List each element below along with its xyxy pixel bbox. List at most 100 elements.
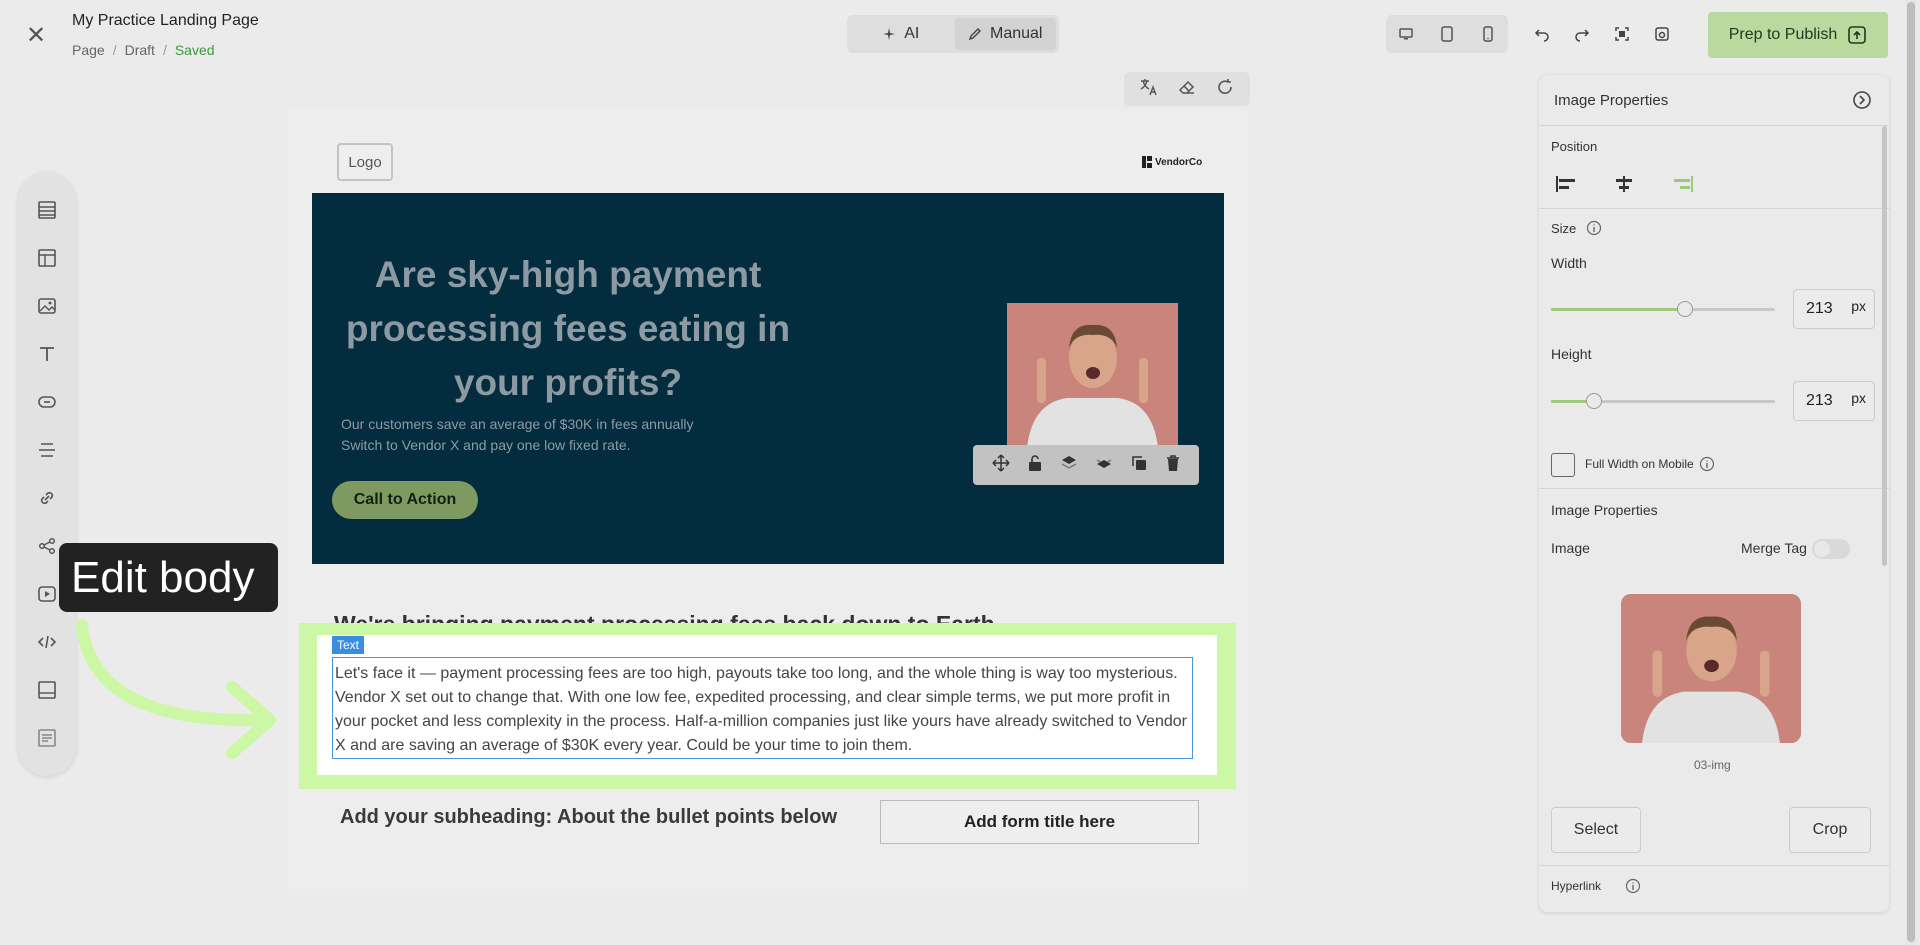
height-input[interactable]: 213 px [1793,381,1875,421]
subheading[interactable]: Add your subheading: About the bullet po… [340,806,837,829]
code-icon[interactable] [33,628,61,656]
breadcrumb-saved: Saved [174,42,215,58]
move-icon[interactable] [991,453,1010,477]
text-icon[interactable] [33,340,61,368]
send-backward-icon[interactable] [1095,454,1113,477]
select-image-button[interactable]: Select [1551,807,1641,853]
image-properties-panel: Image Properties Position Size Width 213… [1539,75,1889,912]
image-thumbnail[interactable] [1621,594,1801,743]
height-unit: px [1851,390,1866,406]
publish-label: Prep to Publish [1728,26,1838,43]
bring-forward-icon[interactable] [1060,454,1078,477]
width-unit: px [1851,298,1866,314]
image-properties-label: Image Properties [1551,502,1658,518]
image-icon[interactable] [33,292,61,320]
device-preview-group [1386,15,1508,53]
sparkle-icon [883,28,896,40]
align-right-icon[interactable] [1672,175,1694,198]
sections-icon[interactable] [33,196,61,224]
breadcrumb-draft: Draft [124,42,155,58]
collapse-panel-icon[interactable] [1852,90,1872,115]
hero-subtext[interactable]: Our customers save an average of $30K in… [341,414,741,456]
hyperlink-info-icon [1625,878,1641,899]
translate-icon[interactable] [1139,77,1159,102]
man-pointing-photo-icon [1007,303,1178,448]
element-toolbar [18,172,76,776]
hyperlink-label: Hyperlink [1551,879,1602,893]
full-width-info-icon [1699,456,1715,477]
divider-icon[interactable] [33,436,61,464]
layout-icon[interactable] [33,244,61,272]
eraser-icon[interactable] [1177,77,1197,102]
body-text-block[interactable]: Let's face it — payment processing fees … [332,657,1193,759]
width-slider-knob[interactable] [1677,301,1694,317]
breadcrumb-page[interactable]: Page [72,42,105,58]
image-toolbar [973,445,1199,485]
width-label: Width [1551,255,1587,271]
pencil-icon [968,28,981,41]
brand-logo[interactable]: VendorCo [1142,156,1202,168]
text-block-tag: Text [332,636,364,654]
breadcrumb: Page / Draft / Saved [72,42,215,58]
page-title: My Practice Landing Page [72,12,259,29]
tab-manual[interactable]: Manual [954,18,1056,50]
undo-icon[interactable] [1527,19,1557,49]
crop-image-button[interactable]: Crop [1789,807,1871,853]
merge-tag-toggle[interactable] [1812,539,1850,559]
focus-icon[interactable] [1607,19,1637,49]
desktop-icon[interactable] [1386,15,1427,53]
form-title[interactable]: Add form title here [880,800,1199,844]
canvas-tools [1124,72,1250,106]
width-input[interactable]: 213 px [1793,289,1875,329]
width-slider[interactable] [1551,301,1775,317]
cta-button[interactable]: Call to Action [332,481,478,519]
publish-icon [1848,26,1867,44]
width-value: 213 [1806,300,1833,317]
merge-tag-label: Merge Tag [1741,540,1807,556]
reset-icon[interactable] [1215,77,1235,102]
hero-title[interactable]: Are sky-high payment processing fees eat… [332,248,804,410]
duplicate-icon[interactable] [1130,454,1148,477]
mobile-icon[interactable] [1467,15,1508,53]
delete-icon[interactable] [1165,454,1181,477]
unlock-icon[interactable] [1027,454,1043,477]
image-label: Image [1551,540,1590,556]
footer-icon[interactable] [33,676,61,704]
align-left-icon[interactable] [1555,175,1577,198]
size-info-icon [1586,220,1602,241]
man-pointing-thumbnail-icon [1621,594,1801,743]
panel-title: Image Properties [1554,92,1669,109]
align-center-icon[interactable] [1613,175,1635,198]
height-label: Height [1551,346,1592,362]
page-scrollbar[interactable] [1907,2,1915,942]
link-icon[interactable] [33,484,61,512]
share-icon[interactable] [33,532,61,560]
full-width-label: Full Width on Mobile [1585,457,1694,471]
video-icon[interactable] [33,580,61,608]
image-filename: 03-img [1694,758,1731,772]
form-icon[interactable] [33,724,61,752]
close-icon[interactable]: ✕ [22,22,50,50]
height-slider-knob[interactable] [1585,393,1602,409]
hero-image[interactable] [1007,303,1178,448]
panel-scrollbar[interactable] [1882,126,1887,566]
preview-icon[interactable] [1647,19,1677,49]
button-icon[interactable] [33,388,61,416]
prep-to-publish-button[interactable]: Prep to Publish [1708,12,1888,58]
logo-placeholder[interactable]: Logo [337,143,393,181]
redo-icon[interactable] [1567,19,1597,49]
vendorco-logo-icon [1142,156,1152,168]
position-label: Position [1551,139,1598,154]
full-width-mobile-checkbox[interactable] [1551,453,1575,477]
height-slider[interactable] [1551,393,1775,409]
height-value: 213 [1806,392,1833,409]
tab-manual-label: Manual [990,25,1043,42]
size-label: Size [1551,221,1577,236]
tab-ai-label: AI [904,25,920,42]
tablet-icon[interactable] [1427,15,1468,53]
hero-subtext-line: Our customers save an average of $30K in… [341,416,694,432]
hero-subtext-line: Switch to Vendor X and pay one low fixed… [341,437,631,453]
mode-toggle: AI Manual [847,15,1059,53]
pointer-arrow-icon [76,619,276,759]
tab-ai[interactable]: AI [850,18,952,50]
